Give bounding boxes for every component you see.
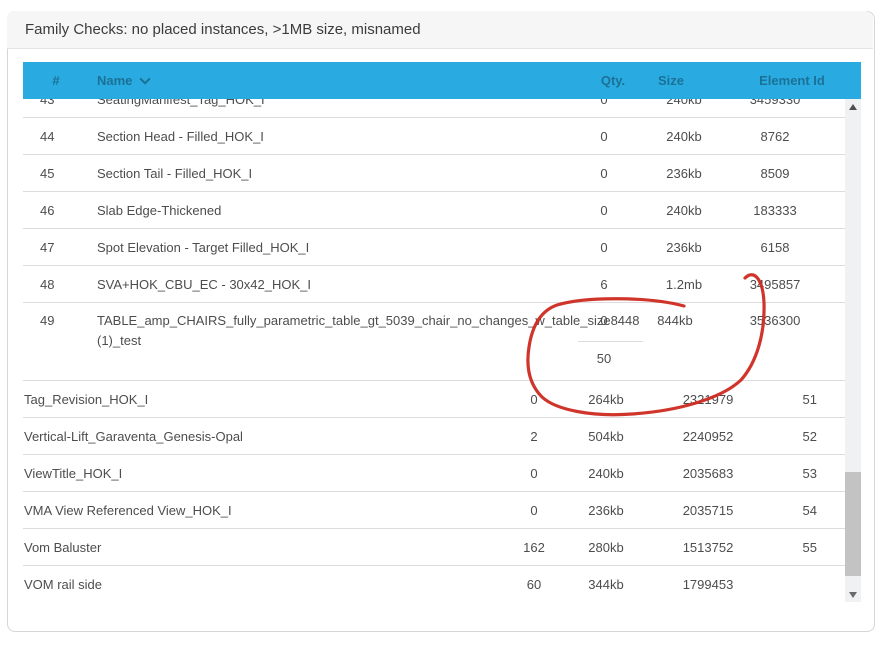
qty-cell: 6	[574, 266, 634, 303]
name-cell-line1: TABLE_amp_CHAIRS_fully_parametric_table_…	[97, 312, 640, 330]
scroll-down-button[interactable]	[845, 586, 861, 602]
row-number: 46	[40, 192, 54, 229]
qty-cell: 0	[574, 155, 634, 192]
row-number: 52	[777, 418, 817, 455]
size-cell: 344kb	[571, 566, 641, 603]
qty-cell: 60	[504, 566, 564, 603]
column-header-size[interactable]: Size	[636, 62, 706, 99]
size-cell: 240kb	[649, 118, 719, 155]
table-row: 45 Section Tail - Filled_HOK_I 0 236kb 8…	[23, 155, 845, 192]
row-number: 45	[40, 155, 54, 192]
scrollbar-thumb[interactable]	[845, 472, 861, 576]
size-cell: 1.2mb	[649, 266, 719, 303]
card-header: Family Checks: no placed instances, >1MB…	[7, 11, 873, 49]
element-id-cell: 3495857	[730, 266, 820, 303]
table-header-row: # Name Qty. Size Element Id	[23, 62, 861, 99]
element-id-cell: 2035683	[663, 455, 753, 492]
column-header-element-id[interactable]: Element Id	[746, 62, 838, 99]
name-cell: Section Tail - Filled_HOK_I	[97, 155, 252, 192]
table-row: 44 Section Head - Filled_HOK_I 0 240kb 8…	[23, 118, 845, 155]
table-row-shifted: VOM rail side 60 344kb 1799453	[23, 566, 845, 603]
name-cell: VMA View Referenced View_HOK_I	[24, 492, 232, 529]
qty-cell: 0	[574, 192, 634, 229]
row-number: 49	[40, 312, 54, 330]
size-cell: 236kb	[649, 155, 719, 192]
row-number: 51	[777, 381, 817, 418]
stub-row-divider	[578, 341, 643, 342]
name-cell-line2: (1)_test	[97, 332, 141, 350]
column-header-num[interactable]: #	[40, 62, 72, 99]
element-id-cell: 2321979	[663, 381, 753, 418]
name-cell: Tag_Revision_HOK_I	[24, 381, 148, 418]
app-window: Family Checks: no placed instances, >1MB…	[0, 0, 891, 651]
size-cell: 264kb	[571, 381, 641, 418]
name-cell: ViewTitle_HOK_I	[24, 455, 122, 492]
page-title: Family Checks: no placed instances, >1MB…	[25, 11, 421, 49]
table-row-misaligned: 49 TABLE_amp_CHAIRS_fully_parametric_tab…	[23, 303, 845, 381]
column-header-name[interactable]: Name	[97, 62, 149, 99]
table-row: 46 Slab Edge-Thickened 0 240kb 183333	[23, 192, 845, 229]
triangle-down-icon	[849, 592, 857, 598]
qty-cell: 0	[574, 118, 634, 155]
table-row: 47 Spot Elevation - Target Filled_HOK_I …	[23, 229, 845, 266]
stub-row-number: 50	[574, 350, 634, 368]
name-cell: Spot Elevation - Target Filled_HOK_I	[97, 229, 309, 266]
element-id-cell: 1513752	[663, 529, 753, 566]
table-row: 48 SVA+HOK_CBU_EC - 30x42_HOK_I 6 1.2mb …	[23, 266, 845, 303]
name-cell: Section Head - Filled_HOK_I	[97, 118, 264, 155]
element-id-cell: 183333	[730, 192, 820, 229]
element-id-cell: 6158	[730, 229, 820, 266]
row-number: 48	[40, 266, 54, 303]
scroll-up-button[interactable]	[845, 99, 861, 115]
size-cell: 240kb	[649, 192, 719, 229]
size-cell: 280kb	[571, 529, 641, 566]
table-row-shifted: Tag_Revision_HOK_I 0 264kb 2321979 51	[23, 381, 845, 418]
qty-cell: 0	[504, 492, 564, 529]
qty-cell: 0	[504, 381, 564, 418]
name-cell: VOM rail side	[24, 566, 102, 603]
qty-cell: 0	[574, 312, 634, 330]
name-cell: SVA+HOK_CBU_EC - 30x42_HOK_I	[97, 266, 311, 303]
column-header-qty[interactable]: Qty.	[583, 62, 643, 99]
table-row-shifted: VMA View Referenced View_HOK_I 0 236kb 2…	[23, 492, 845, 529]
qty-cell: 2	[504, 418, 564, 455]
size-cell: 236kb	[649, 229, 719, 266]
vertical-scrollbar[interactable]	[845, 99, 861, 602]
qty-cell: 162	[504, 529, 564, 566]
element-id-cell: 3536300	[730, 312, 820, 330]
table-row-shifted: ViewTitle_HOK_I 0 240kb 2035683 53	[23, 455, 845, 492]
element-id-cell: 2240952	[663, 418, 753, 455]
name-cell: Slab Edge-Thickened	[97, 192, 221, 229]
table-row-shifted: Vertical-Lift_Garaventa_Genesis-Opal 2 5…	[23, 418, 845, 455]
size-cell: 236kb	[571, 492, 641, 529]
qty-cell: 0	[504, 455, 564, 492]
name-cell: Vertical-Lift_Garaventa_Genesis-Opal	[24, 418, 243, 455]
name-cell: Vom Baluster	[24, 529, 101, 566]
size-cell: 844kb	[640, 312, 710, 330]
size-cell: 240kb	[571, 455, 641, 492]
row-number: 44	[40, 118, 54, 155]
element-id-cell: 1799453	[663, 566, 753, 603]
row-number: 47	[40, 229, 54, 266]
triangle-up-icon	[849, 104, 857, 110]
chevron-down-icon	[140, 73, 151, 84]
row-number: 55	[777, 529, 817, 566]
column-header-name-label: Name	[97, 73, 132, 88]
row-number: 53	[777, 455, 817, 492]
size-cell: 504kb	[571, 418, 641, 455]
row-number: 54	[777, 492, 817, 529]
table-row-shifted: Vom Baluster 162 280kb 1513752 55	[23, 529, 845, 566]
element-id-cell: 8509	[730, 155, 820, 192]
element-id-cell: 8762	[730, 118, 820, 155]
qty-cell: 0	[574, 229, 634, 266]
element-id-cell: 2035715	[663, 492, 753, 529]
